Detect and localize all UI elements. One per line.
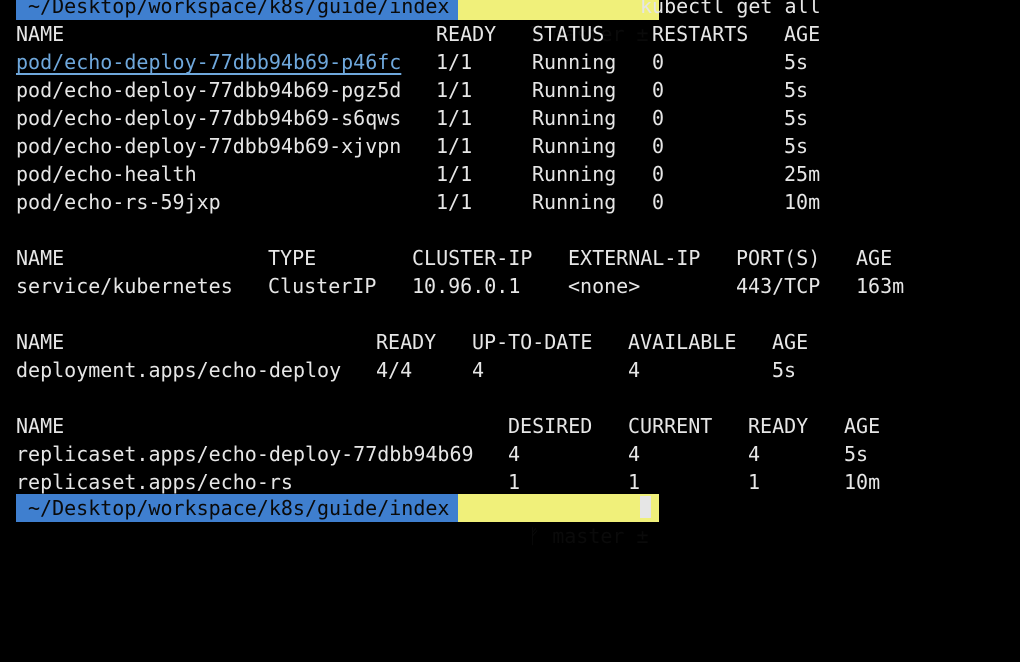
services-col-ports: PORT(S)	[736, 246, 821, 270]
prompt-git-arrow	[618, 0, 632, 20]
pod-restarts: 0	[652, 162, 665, 186]
pod-restarts: 0	[652, 190, 665, 214]
table-row: deployment.apps/echo-deploy 4/4 4 4 5s	[16, 356, 796, 384]
pod-age: 5s	[784, 106, 809, 130]
replicasets-header-row: NAME DESIRED CURRENT READY AGE	[16, 412, 880, 440]
replicaset-age: 10m	[844, 470, 881, 494]
deployment-age: 5s	[772, 358, 797, 382]
pod-name: pod/echo-deploy-77dbb94b69-xjvpn	[16, 134, 402, 158]
pod-status: Running	[532, 134, 617, 158]
services-col-age: AGE	[856, 246, 893, 270]
deployment-up-to-date: 4	[472, 358, 485, 382]
deployment-available: 4	[628, 358, 641, 382]
pod-age: 5s	[784, 50, 809, 74]
deployment-ready: 4/4	[376, 358, 413, 382]
deployment-name: deployment.apps/echo-deploy	[16, 358, 342, 382]
deployments-col-up-to-date: UP-TO-DATE	[472, 330, 593, 354]
pod-name-link[interactable]: pod/echo-deploy-77dbb94b69-p46fc	[16, 48, 401, 76]
replicaset-desired: 1	[508, 470, 521, 494]
pods-col-age: AGE	[784, 22, 821, 46]
pod-ready: 1/1	[436, 162, 473, 186]
deployments-col-available: AVAILABLE	[628, 330, 737, 354]
replicaset-ready: 4	[748, 442, 761, 466]
service-age: 163m	[856, 274, 905, 298]
prompt-path: ~/Desktop/workspace/k8s/guide/index	[16, 494, 460, 522]
command-text: kubectl get all	[640, 0, 821, 18]
pods-col-name: NAME	[16, 22, 65, 46]
service-type: ClusterIP	[268, 274, 377, 298]
pod-status: Running	[532, 50, 617, 74]
replicaset-desired: 4	[508, 442, 521, 466]
replicasets-col-current: CURRENT	[628, 414, 713, 438]
pod-ready: 1/1	[436, 190, 473, 214]
deployments-header-row: NAME READY UP-TO-DATE AVAILABLE AGE	[16, 328, 808, 356]
pod-ready: 1/1	[436, 50, 473, 74]
pod-ready: 1/1	[436, 106, 473, 130]
service-cluster-ip: 10.96.0.1	[412, 274, 521, 298]
replicaset-age: 5s	[844, 442, 869, 466]
table-row: replicaset.apps/echo-deploy-77dbb94b69 4…	[16, 440, 868, 468]
pod-name: pod/echo-deploy-77dbb94b69-pgz5d	[16, 78, 402, 102]
service-ports: 443/TCP	[736, 274, 821, 298]
replicasets-col-ready: READY	[748, 414, 809, 438]
git-branch-label: master ±	[552, 524, 649, 548]
prompt-path: ~/Desktop/workspace/k8s/guide/index	[16, 0, 460, 20]
service-name: service/kubernetes	[16, 274, 233, 298]
pod-restarts: 0	[652, 106, 665, 130]
pod-name: pod/echo-deploy-77dbb94b69-s6qws	[16, 106, 402, 130]
git-branch-icon: ᚠ	[528, 524, 541, 548]
pod-status: Running	[532, 106, 617, 130]
pod-age: 5s	[784, 134, 809, 158]
pod-status: Running	[532, 162, 617, 186]
table-row: pod/echo-deploy-77dbb94b69-pgz5d 1/1 Run…	[16, 76, 808, 104]
pods-col-status: STATUS	[532, 22, 605, 46]
pod-ready: 1/1	[436, 78, 473, 102]
replicasets-col-name: NAME	[16, 414, 65, 438]
pod-ready: 1/1	[436, 134, 473, 158]
replicaset-current: 4	[628, 442, 641, 466]
table-row: pod/echo-deploy-77dbb94b69-s6qws 1/1 Run…	[16, 104, 808, 132]
table-row: pod/echo-deploy-77dbb94b69-p46fc 1/1 Run…	[16, 48, 808, 76]
deployments-col-ready: READY	[376, 330, 437, 354]
services-col-cluster-ip: CLUSTER-IP	[412, 246, 533, 270]
terminal-cursor[interactable]	[640, 496, 651, 518]
pods-header-row: NAME READY STATUS RESTARTS AGE	[16, 20, 820, 48]
services-col-external-ip: EXTERNAL-IP	[568, 246, 701, 270]
replicaset-name: replicaset.apps/echo-rs	[16, 470, 293, 494]
services-header-row: NAME TYPE CLUSTER-IP EXTERNAL-IP PORT(S)…	[16, 244, 892, 272]
pod-age: 5s	[784, 78, 809, 102]
replicasets-col-desired: DESIRED	[508, 414, 593, 438]
pod-status: Running	[532, 190, 617, 214]
table-row: replicaset.apps/echo-rs 1 1 1 10m	[16, 468, 880, 496]
replicaset-name: replicaset.apps/echo-deploy-77dbb94b69	[16, 442, 474, 466]
replicaset-ready: 1	[748, 470, 761, 494]
prompt-git-arrow	[618, 494, 632, 522]
prompt-bottom: ~/Desktop/workspace/k8s/guide/index ᚠ ma…	[0, 494, 659, 548]
prompt-top: ~/Desktop/workspace/k8s/guide/index ? ma…	[0, 0, 821, 46]
pod-age: 25m	[784, 162, 821, 186]
pod-status: Running	[532, 78, 617, 102]
deployments-col-age: AGE	[772, 330, 809, 354]
table-row: pod/echo-deploy-77dbb94b69-xjvpn 1/1 Run…	[16, 132, 808, 160]
pod-restarts: 0	[652, 50, 665, 74]
deployments-col-name: NAME	[16, 330, 65, 354]
pod-restarts: 0	[652, 78, 665, 102]
table-row: pod/echo-rs-59jxp 1/1 Running 0 10m	[16, 188, 820, 216]
replicaset-current: 1	[628, 470, 641, 494]
pods-col-restarts: RESTARTS	[652, 22, 749, 46]
pods-col-ready: READY	[436, 22, 497, 46]
table-row: service/kubernetes ClusterIP 10.96.0.1 <…	[16, 272, 904, 300]
pod-name: pod/echo-health	[16, 162, 197, 186]
replicasets-col-age: AGE	[844, 414, 881, 438]
pod-name: pod/echo-rs-59jxp	[16, 190, 221, 214]
pod-restarts: 0	[652, 134, 665, 158]
services-col-type: TYPE	[268, 246, 317, 270]
service-external-ip: <none>	[568, 274, 641, 298]
table-row: pod/echo-health 1/1 Running 0 25m	[16, 160, 820, 188]
services-col-name: NAME	[16, 246, 65, 270]
pod-age: 10m	[784, 190, 821, 214]
